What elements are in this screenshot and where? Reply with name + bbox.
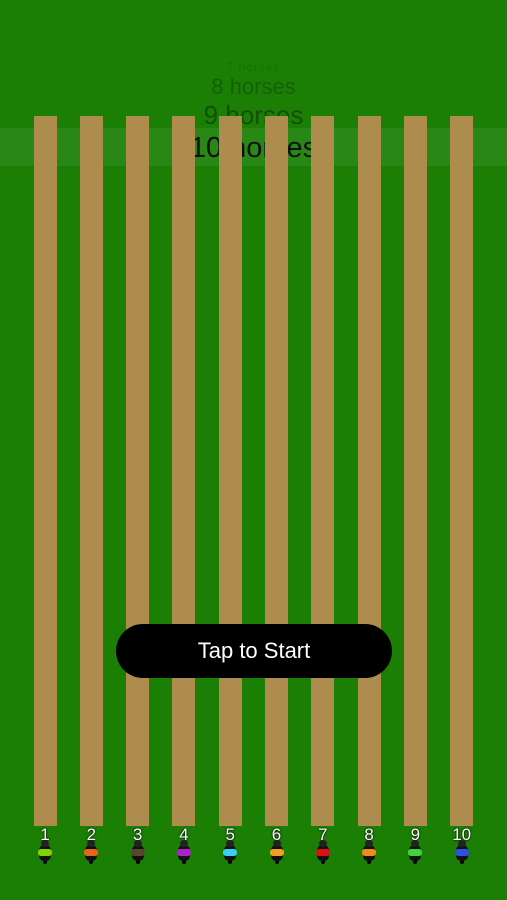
horse-head	[133, 840, 142, 847]
lane-9	[403, 116, 427, 826]
horse-6	[267, 840, 287, 864]
lane-3	[126, 116, 150, 826]
horse-2	[81, 840, 101, 864]
saddle-cloth	[362, 849, 377, 856]
horse-head	[457, 840, 466, 847]
lane-6	[265, 116, 288, 826]
horse-8	[359, 840, 379, 864]
picker-option-selected[interactable]: 10 horses	[0, 132, 507, 165]
horse-head	[41, 840, 49, 847]
lane-4	[172, 116, 196, 826]
horse-head	[365, 840, 374, 847]
picker-option[interactable]: 8 horses	[0, 74, 507, 100]
horse-1	[35, 840, 55, 864]
horse-head	[318, 840, 327, 847]
saddle-cloth	[223, 849, 238, 856]
picker-option[interactable]: 9 horses	[0, 100, 507, 131]
saddle-cloth	[130, 849, 145, 856]
picker-option[interactable]: 7 horses	[0, 60, 507, 74]
saddle-cloth	[84, 849, 99, 856]
horse-9	[405, 840, 425, 864]
horse-4	[174, 840, 194, 864]
horse-head	[272, 840, 281, 847]
horse-7	[313, 840, 333, 864]
horse-head	[179, 840, 188, 847]
saddle-cloth	[408, 849, 423, 856]
lane-10	[450, 116, 474, 826]
start-button[interactable]: Tap to Start	[116, 624, 392, 678]
lane-1	[33, 116, 57, 826]
saddle-cloth	[315, 849, 330, 856]
lane-5	[218, 116, 242, 826]
horse-3	[128, 840, 148, 864]
horse-5	[220, 840, 240, 864]
horse-head	[226, 840, 235, 847]
saddle-cloth	[176, 849, 191, 856]
horse-count-picker[interactable]: 7 horses 8 horses 9 horses 10 horses	[0, 56, 507, 176]
saddle-cloth	[454, 849, 469, 856]
lane-7	[311, 116, 335, 826]
saddle-cloth	[38, 849, 52, 856]
horse-10	[452, 840, 472, 864]
lane-2	[79, 116, 103, 826]
saddle-cloth	[269, 849, 284, 856]
lane-8	[357, 116, 381, 826]
